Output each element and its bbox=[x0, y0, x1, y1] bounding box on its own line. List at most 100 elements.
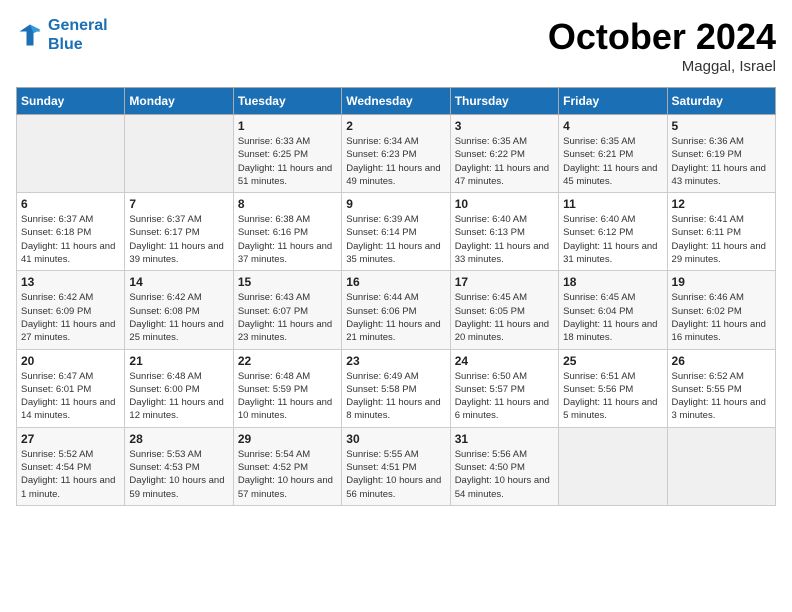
day-number: 29 bbox=[238, 432, 337, 446]
calendar-cell: 13 Sunrise: 6:42 AMSunset: 6:09 PMDayligh… bbox=[17, 271, 125, 349]
day-number: 6 bbox=[21, 197, 120, 211]
day-number: 22 bbox=[238, 354, 337, 368]
day-info: Sunrise: 6:51 AMSunset: 5:56 PMDaylight:… bbox=[563, 370, 662, 423]
day-number: 10 bbox=[455, 197, 554, 211]
calendar-cell: 2Sunrise: 6:34 AMSunset: 6:23 PMDaylight… bbox=[342, 115, 450, 193]
day-number: 8 bbox=[238, 197, 337, 211]
day-number: 25 bbox=[563, 354, 662, 368]
day-info: Sunrise: 6:41 AMSunset: 6:11 PMDaylight:… bbox=[672, 213, 771, 266]
calendar-cell: 12 Sunrise: 6:41 AMSunset: 6:11 PMDayligh… bbox=[667, 193, 775, 271]
weekday-header-row: SundayMondayTuesdayWednesdayThursdayFrid… bbox=[17, 88, 776, 115]
day-number: 19 bbox=[672, 275, 771, 289]
calendar-cell: 22 Sunrise: 6:48 AMSunset: 5:59 PMDayligh… bbox=[233, 349, 341, 427]
day-info: Sunrise: 6:48 AMSunset: 6:00 PMDaylight:… bbox=[129, 370, 228, 423]
logo-blue: Blue bbox=[48, 35, 108, 54]
day-number: 13 bbox=[21, 275, 120, 289]
day-info: Sunrise: 6:35 AMSunset: 6:21 PMDaylight:… bbox=[563, 135, 662, 188]
day-info: Sunrise: 6:38 AMSunset: 6:16 PMDaylight:… bbox=[238, 213, 337, 266]
day-number: 30 bbox=[346, 432, 445, 446]
day-number: 12 bbox=[672, 197, 771, 211]
day-info: Sunrise: 6:45 AMSunset: 6:04 PMDaylight:… bbox=[563, 291, 662, 344]
page-header: General Blue October 2024 Maggal, Israel bbox=[16, 16, 776, 75]
calendar-cell: 21 Sunrise: 6:48 AMSunset: 6:00 PMDayligh… bbox=[125, 349, 233, 427]
day-info: Sunrise: 5:55 AMSunset: 4:51 PMDaylight:… bbox=[346, 448, 445, 501]
day-info: Sunrise: 6:36 AMSunset: 6:19 PMDaylight:… bbox=[672, 135, 771, 188]
calendar-cell: 25 Sunrise: 6:51 AMSunset: 5:56 PMDayligh… bbox=[559, 349, 667, 427]
calendar-cell: 17 Sunrise: 6:45 AMSunset: 6:05 PMDayligh… bbox=[450, 271, 558, 349]
day-number: 27 bbox=[21, 432, 120, 446]
calendar-cell: 18 Sunrise: 6:45 AMSunset: 6:04 PMDayligh… bbox=[559, 271, 667, 349]
day-number: 23 bbox=[346, 354, 445, 368]
logo: General Blue bbox=[16, 16, 108, 54]
day-number: 20 bbox=[21, 354, 120, 368]
day-info: Sunrise: 6:47 AMSunset: 6:01 PMDaylight:… bbox=[21, 370, 120, 423]
calendar-week-row: 13 Sunrise: 6:42 AMSunset: 6:09 PMDayligh… bbox=[17, 271, 776, 349]
day-number: 1 bbox=[238, 119, 337, 133]
calendar-cell bbox=[667, 427, 775, 505]
weekday-header: Friday bbox=[559, 88, 667, 115]
day-info: Sunrise: 6:37 AMSunset: 6:18 PMDaylight:… bbox=[21, 213, 120, 266]
title-block: October 2024 Maggal, Israel bbox=[548, 16, 776, 75]
calendar-week-row: 1Sunrise: 6:33 AMSunset: 6:25 PMDaylight… bbox=[17, 115, 776, 193]
weekday-header: Sunday bbox=[17, 88, 125, 115]
day-number: 7 bbox=[129, 197, 228, 211]
calendar-cell: 10 Sunrise: 6:40 AMSunset: 6:13 PMDayligh… bbox=[450, 193, 558, 271]
day-number: 28 bbox=[129, 432, 228, 446]
calendar-week-row: 20 Sunrise: 6:47 AMSunset: 6:01 PMDayligh… bbox=[17, 349, 776, 427]
calendar-cell: 1Sunrise: 6:33 AMSunset: 6:25 PMDaylight… bbox=[233, 115, 341, 193]
calendar-cell: 9Sunrise: 6:39 AMSunset: 6:14 PMDaylight… bbox=[342, 193, 450, 271]
calendar-cell: 11 Sunrise: 6:40 AMSunset: 6:12 PMDayligh… bbox=[559, 193, 667, 271]
day-info: Sunrise: 6:52 AMSunset: 5:55 PMDaylight:… bbox=[672, 370, 771, 423]
calendar-cell: 23Sunrise: 6:49 AMSunset: 5:58 PMDayligh… bbox=[342, 349, 450, 427]
calendar-cell: 20 Sunrise: 6:47 AMSunset: 6:01 PMDayligh… bbox=[17, 349, 125, 427]
calendar-cell: 6 Sunrise: 6:37 AMSunset: 6:18 PMDaylight… bbox=[17, 193, 125, 271]
calendar-table: SundayMondayTuesdayWednesdayThursdayFrid… bbox=[16, 87, 776, 506]
weekday-header: Wednesday bbox=[342, 88, 450, 115]
day-number: 16 bbox=[346, 275, 445, 289]
calendar-cell: 15Sunrise: 6:43 AMSunset: 6:07 PMDayligh… bbox=[233, 271, 341, 349]
day-number: 21 bbox=[129, 354, 228, 368]
day-number: 14 bbox=[129, 275, 228, 289]
day-info: Sunrise: 6:48 AMSunset: 5:59 PMDaylight:… bbox=[238, 370, 337, 423]
calendar-cell: 31Sunrise: 5:56 AMSunset: 4:50 PMDayligh… bbox=[450, 427, 558, 505]
calendar-cell: 29 Sunrise: 5:54 AMSunset: 4:52 PMDayligh… bbox=[233, 427, 341, 505]
logo-general: General bbox=[48, 17, 108, 34]
calendar-cell: 26 Sunrise: 6:52 AMSunset: 5:55 PMDayligh… bbox=[667, 349, 775, 427]
day-info: Sunrise: 6:46 AMSunset: 6:02 PMDaylight:… bbox=[672, 291, 771, 344]
calendar-week-row: 6 Sunrise: 6:37 AMSunset: 6:18 PMDaylight… bbox=[17, 193, 776, 271]
day-info: Sunrise: 5:54 AMSunset: 4:52 PMDaylight:… bbox=[238, 448, 337, 501]
month-title: October 2024 bbox=[548, 16, 776, 58]
calendar-cell bbox=[559, 427, 667, 505]
day-info: Sunrise: 6:35 AMSunset: 6:22 PMDaylight:… bbox=[455, 135, 554, 188]
day-info: Sunrise: 6:34 AMSunset: 6:23 PMDaylight:… bbox=[346, 135, 445, 188]
day-number: 5 bbox=[672, 119, 771, 133]
calendar-cell: 16 Sunrise: 6:44 AMSunset: 6:06 PMDayligh… bbox=[342, 271, 450, 349]
calendar-cell: 14 Sunrise: 6:42 AMSunset: 6:08 PMDayligh… bbox=[125, 271, 233, 349]
day-number: 31 bbox=[455, 432, 554, 446]
calendar-cell bbox=[125, 115, 233, 193]
day-info: Sunrise: 5:52 AMSunset: 4:54 PMDaylight:… bbox=[21, 448, 120, 501]
day-number: 26 bbox=[672, 354, 771, 368]
calendar-cell: 24Sunrise: 6:50 AMSunset: 5:57 PMDayligh… bbox=[450, 349, 558, 427]
day-info: Sunrise: 6:40 AMSunset: 6:12 PMDaylight:… bbox=[563, 213, 662, 266]
day-number: 11 bbox=[563, 197, 662, 211]
calendar-cell bbox=[17, 115, 125, 193]
day-info: Sunrise: 6:37 AMSunset: 6:17 PMDaylight:… bbox=[129, 213, 228, 266]
day-number: 9 bbox=[346, 197, 445, 211]
calendar-cell: 4Sunrise: 6:35 AMSunset: 6:21 PMDaylight… bbox=[559, 115, 667, 193]
day-number: 24 bbox=[455, 354, 554, 368]
day-number: 18 bbox=[563, 275, 662, 289]
logo-icon bbox=[16, 21, 44, 49]
day-info: Sunrise: 6:40 AMSunset: 6:13 PMDaylight:… bbox=[455, 213, 554, 266]
day-info: Sunrise: 6:45 AMSunset: 6:05 PMDaylight:… bbox=[455, 291, 554, 344]
calendar-cell: 8 Sunrise: 6:38 AMSunset: 6:16 PMDaylight… bbox=[233, 193, 341, 271]
day-number: 17 bbox=[455, 275, 554, 289]
day-info: Sunrise: 6:42 AMSunset: 6:09 PMDaylight:… bbox=[21, 291, 120, 344]
calendar-cell: 27 Sunrise: 5:52 AMSunset: 4:54 PMDayligh… bbox=[17, 427, 125, 505]
day-info: Sunrise: 6:42 AMSunset: 6:08 PMDaylight:… bbox=[129, 291, 228, 344]
location-subtitle: Maggal, Israel bbox=[548, 58, 776, 75]
weekday-header: Monday bbox=[125, 88, 233, 115]
calendar-cell: 3Sunrise: 6:35 AMSunset: 6:22 PMDaylight… bbox=[450, 115, 558, 193]
day-info: Sunrise: 6:43 AMSunset: 6:07 PMDaylight:… bbox=[238, 291, 337, 344]
day-info: Sunrise: 6:44 AMSunset: 6:06 PMDaylight:… bbox=[346, 291, 445, 344]
